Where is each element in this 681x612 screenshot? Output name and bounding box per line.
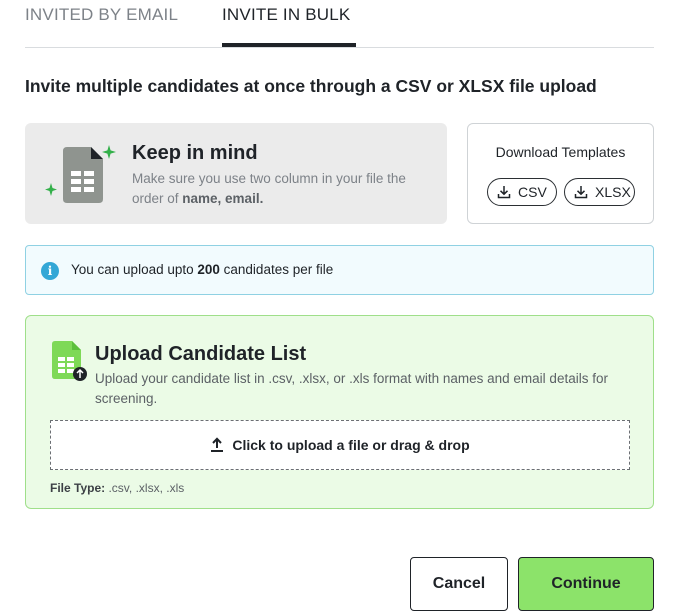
drop-zone-label: Click to upload a file or drag & drop	[232, 437, 470, 453]
file-drop-zone[interactable]: Click to upload a file or drag & drop	[50, 420, 630, 470]
tab-invite-in-bulk[interactable]: INVITE IN BULK	[222, 5, 350, 25]
file-type-list: .csv, .xlsx, .xls	[105, 481, 185, 495]
download-xlsx-label: XLSX	[595, 184, 631, 200]
upload-icon	[211, 437, 224, 452]
file-upload-icon	[50, 340, 88, 382]
keep-in-mind-card: Keep in mind Make sure you use two colum…	[25, 123, 447, 224]
keep-in-mind-text: Make sure you use two column in your fil…	[132, 171, 406, 206]
upload-description: Upload your candidate list in .csv, .xls…	[95, 371, 608, 406]
column-order-text: name, email.	[182, 191, 264, 206]
tab-bar: INVITED BY EMAIL INVITE IN BULK	[25, 0, 654, 48]
page-heading: Invite multiple candidates at once throu…	[25, 76, 597, 96]
upload-candidate-section: Upload Candidate List Upload your candid…	[25, 315, 654, 509]
download-csv-label: CSV	[518, 184, 547, 200]
upload-limit-text: You can upload upto 200 candidates per f…	[71, 262, 334, 277]
download-icon	[574, 186, 588, 199]
file-type-label: File Type:	[50, 481, 106, 495]
cancel-button[interactable]: Cancel	[410, 557, 508, 611]
file-type-hint: File Type: .csv, .xlsx, .xls	[50, 481, 184, 495]
continue-button[interactable]: Continue	[518, 557, 654, 611]
download-icon	[497, 186, 511, 199]
upload-title: Upload Candidate List	[95, 343, 307, 365]
upload-limit-banner: i You can upload upto 200 candidates per…	[25, 245, 654, 295]
active-tab-indicator	[222, 43, 356, 47]
download-templates-title: Download Templates	[495, 144, 626, 160]
download-templates-card: Download Templates CSV XLSX	[467, 123, 654, 224]
upload-limit-count: 200	[197, 262, 220, 277]
tab-invited-by-email[interactable]: INVITED BY EMAIL	[25, 5, 178, 25]
spreadsheet-icon	[43, 143, 123, 208]
info-icon: i	[41, 262, 59, 280]
download-xlsx-button[interactable]: XLSX	[564, 178, 635, 206]
keep-in-mind-title: Keep in mind	[132, 142, 258, 164]
download-csv-button[interactable]: CSV	[487, 178, 557, 206]
